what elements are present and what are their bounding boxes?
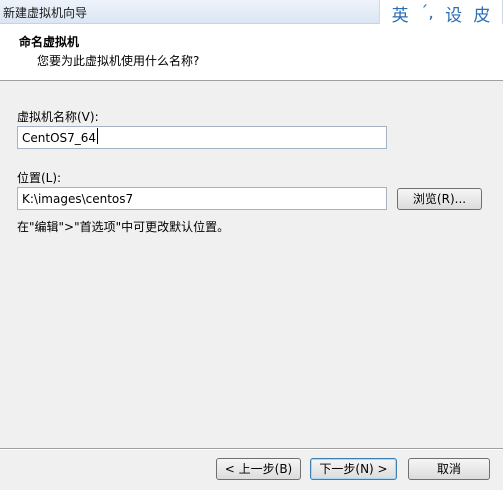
cancel-button[interactable]: 取消 (408, 458, 490, 480)
page-title: 命名虚拟机 (19, 35, 80, 49)
text-cursor (97, 128, 98, 144)
browse-button[interactable]: 浏览(R)... (397, 188, 482, 210)
page-subtitle: 您要为此虚拟机使用什么名称? (37, 54, 200, 68)
vm-name-input[interactable] (17, 126, 387, 149)
ime-settings-icon[interactable]: 设 (445, 1, 462, 26)
next-button[interactable]: 下一步(N) > (310, 458, 397, 480)
window-title: 新建虚拟机向导 (3, 6, 88, 20)
vm-name-label: 虚拟机名称(V): (17, 110, 99, 124)
footer-divider (0, 448, 503, 450)
wizard-window: 新建虚拟机向导 英 ˊ, 设 皮 命名虚拟机 您要为此虚拟机使用什么名称? 虚拟… (0, 0, 503, 490)
ime-punctuation-icon[interactable]: ˊ, (420, 3, 434, 23)
location-label: 位置(L): (17, 171, 62, 185)
location-input[interactable] (17, 187, 387, 210)
back-button[interactable]: < 上一步(B) (216, 458, 301, 480)
ime-skin-icon[interactable]: 皮 (473, 1, 490, 26)
default-location-hint: 在"编辑">"首选项"中可更改默认位置。 (17, 220, 230, 234)
ime-toolbar[interactable]: 英 ˊ, 设 皮 (379, 0, 503, 27)
wizard-header: 命名虚拟机 您要为此虚拟机使用什么名称? (0, 24, 503, 81)
ime-language-icon[interactable]: 英 (392, 1, 409, 26)
